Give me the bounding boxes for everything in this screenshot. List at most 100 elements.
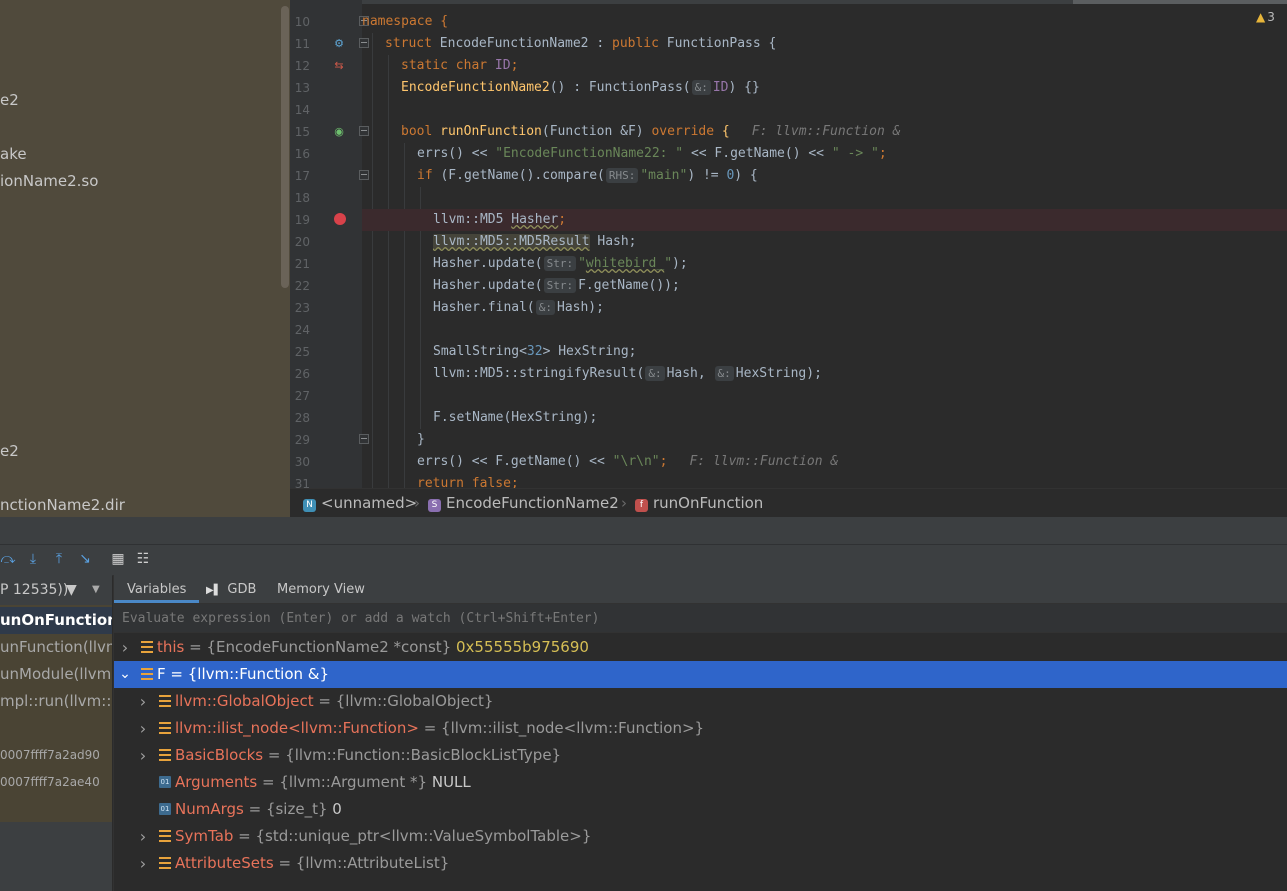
struct-type-icon bbox=[159, 857, 171, 869]
tree-item[interactable]: ake bbox=[0, 142, 27, 166]
variable-text: AttributeSets = {llvm::AttributeList} bbox=[175, 850, 449, 877]
code-line[interactable]: errs() << "EncodeFunctionName22: " << F.… bbox=[362, 143, 1287, 165]
line-number: 18 bbox=[294, 191, 310, 205]
variable-row[interactable]: › llvm::GlobalObject = {llvm::GlobalObjec… bbox=[114, 688, 1287, 715]
code-line[interactable]: Hasher.final(&: Hash); bbox=[362, 297, 1287, 319]
frame-item[interactable]: 0007ffff7a2ae40 bbox=[0, 769, 112, 796]
code-line[interactable]: Hasher.update(Str: "whitebird_"); bbox=[362, 253, 1287, 275]
code-line[interactable]: Hasher.update(Str: F.getName()); bbox=[362, 275, 1287, 297]
variable-name: llvm::ilist_node<llvm::Function> bbox=[175, 719, 419, 737]
editor-gutter[interactable]: 10 11 12 13 14 15 16 17 18 19 20 21 22 2… bbox=[290, 0, 369, 488]
step-out-icon[interactable]: ⤒ bbox=[51, 551, 67, 567]
override-marker-icon[interactable]: ⚙ bbox=[333, 38, 345, 50]
variable-row[interactable]: › llvm::ilist_node<llvm::Function> = {llv… bbox=[114, 715, 1287, 742]
debugger-tabs: Variables ▶▌ GDB Memory View bbox=[114, 575, 1287, 604]
watch-expression-input[interactable]: Evaluate expression (Enter) or add a wat… bbox=[114, 604, 1287, 633]
variable-name: AttributeSets bbox=[175, 854, 274, 872]
code-line[interactable]: if (F.getName().compare(RHS: "main") != 0… bbox=[362, 165, 1287, 187]
breakpoint-line[interactable]: llvm::MD5 Hasher; bbox=[362, 209, 1287, 231]
tree-item[interactable]: ionName2.so bbox=[0, 169, 98, 193]
tab-gdb[interactable]: ▶▌ GDB bbox=[206, 575, 256, 603]
chevron-right-icon[interactable]: › bbox=[137, 823, 149, 850]
variable-row[interactable]: ⌄ F = {llvm::Function &} bbox=[114, 661, 1287, 688]
chevron-right-icon[interactable]: › bbox=[137, 850, 149, 877]
line-number: 16 bbox=[294, 147, 310, 161]
debug-title-bar bbox=[0, 517, 1287, 544]
chevron-right-icon[interactable]: › bbox=[137, 742, 149, 769]
code-line[interactable]: } bbox=[362, 429, 1287, 451]
struct-type-icon bbox=[159, 830, 171, 842]
breadcrumb-function[interactable]: f runOnFunction bbox=[635, 489, 763, 518]
code-line[interactable]: llvm::MD5::MD5Result Hash; bbox=[362, 231, 1287, 253]
variable-text: this = {EncodeFunctionName2 *const} 0x55… bbox=[157, 634, 589, 661]
code-area[interactable]: namespace { struct EncodeFunctionName2 :… bbox=[362, 0, 1287, 488]
namespace-icon: N bbox=[303, 499, 316, 512]
struct-type-icon bbox=[159, 722, 171, 734]
line-number: 28 bbox=[294, 411, 310, 425]
chevron-right-icon: › bbox=[621, 494, 627, 512]
code-line[interactable]: namespace { bbox=[362, 11, 1287, 33]
frame-item[interactable]: unFunction(llvm:: bbox=[0, 634, 112, 661]
variable-row[interactable]: › SymTab = {std::unique_ptr<llvm::ValueSy… bbox=[114, 823, 1287, 850]
variable-name: F bbox=[157, 665, 166, 683]
tree-item[interactable]: e2 bbox=[0, 439, 19, 463]
inline-type-hint: F: llvm::Function & bbox=[689, 454, 839, 469]
line-number: 10 bbox=[294, 15, 310, 29]
chevron-right-icon[interactable]: › bbox=[119, 634, 131, 661]
variable-row[interactable]: › BasicBlocks = {llvm::Function::BasicBlo… bbox=[114, 742, 1287, 769]
variable-name: BasicBlocks bbox=[175, 746, 264, 764]
step-over-icon[interactable]: ⤼ bbox=[0, 551, 16, 567]
tree-item[interactable]: e2 bbox=[0, 88, 19, 112]
chevron-down-icon[interactable]: ⌄ bbox=[119, 661, 131, 688]
code-line[interactable]: static char ID; bbox=[362, 55, 1287, 77]
variable-type: {llvm::Argument *} bbox=[279, 773, 428, 791]
implements-marker-icon[interactable]: ◉ bbox=[333, 126, 345, 138]
thread-selector[interactable]: P 12535)) ▼ ▼ bbox=[0, 575, 112, 605]
variable-row[interactable]: › AttributeSets = {llvm::AttributeList} bbox=[114, 850, 1287, 877]
breadcrumb-namespace[interactable]: N <unnamed> bbox=[303, 489, 417, 518]
code-line[interactable]: struct EncodeFunctionName2 : public Func… bbox=[362, 33, 1287, 55]
code-line[interactable]: EncodeFunctionName2() : FunctionPass(&: I… bbox=[362, 77, 1287, 99]
tab-memory-view[interactable]: Memory View bbox=[277, 575, 365, 603]
frame-item[interactable]: unOnFunction E bbox=[0, 607, 112, 634]
frame-item[interactable]: unModule(llvm::M bbox=[0, 661, 112, 688]
filter-icon[interactable]: ▼ bbox=[66, 575, 77, 605]
line-number: 21 bbox=[294, 257, 310, 271]
code-line[interactable]: llvm::MD5::stringifyResult(&: Hash, &: Hex… bbox=[362, 363, 1287, 385]
project-scrollbar[interactable] bbox=[281, 6, 289, 288]
variable-text: SymTab = {std::unique_ptr<llvm::ValueSym… bbox=[175, 823, 591, 850]
frame-item[interactable]: mpl::run(llvm::M bbox=[0, 688, 112, 715]
variable-row[interactable]: › this = {EncodeFunctionName2 *const} 0x5… bbox=[114, 634, 1287, 661]
line-number: 19 bbox=[294, 213, 310, 227]
evaluate-expression-icon[interactable]: ▦ bbox=[110, 551, 126, 567]
variable-type: {size_t} bbox=[265, 800, 328, 818]
code-editor[interactable]: ▲ 3 10 11 12 13 14 15 16 17 18 19 20 21 2… bbox=[290, 0, 1287, 488]
code-line[interactable]: SmallString<32> HexString; bbox=[362, 341, 1287, 363]
code-line[interactable]: return false; bbox=[362, 473, 1287, 488]
line-number: 22 bbox=[294, 279, 310, 293]
tab-variables[interactable]: Variables bbox=[114, 575, 200, 603]
frame-item[interactable]: 0007ffff7a2ad90 bbox=[0, 742, 112, 769]
trace-icon[interactable]: ☷ bbox=[135, 551, 151, 567]
breakpoint-icon[interactable] bbox=[334, 213, 346, 225]
variable-row[interactable]: 01 Arguments = {llvm::Argument *} NULL bbox=[114, 769, 1287, 796]
variable-text: Arguments = {llvm::Argument *} NULL bbox=[175, 769, 471, 796]
variable-type: {llvm::ilist_node<llvm::Function>} bbox=[441, 719, 705, 737]
variable-row[interactable]: 01 NumArgs = {size_t} 0 bbox=[114, 796, 1287, 823]
navigate-related-icon[interactable]: ⇆ bbox=[333, 60, 345, 72]
run-to-cursor-icon[interactable]: ↘ bbox=[77, 551, 93, 567]
variable-type: {llvm::Function::BasicBlockListType} bbox=[285, 746, 562, 764]
code-line[interactable]: F.setName(HexString); bbox=[362, 407, 1287, 429]
chevron-right-icon[interactable]: › bbox=[137, 688, 149, 715]
chevron-down-icon[interactable]: ▼ bbox=[92, 575, 100, 605]
code-line[interactable]: errs() << F.getName() << "\r\n"; F: llvm:… bbox=[362, 451, 1287, 473]
tree-item[interactable]: nctionName2.dir bbox=[0, 493, 125, 517]
step-into-icon[interactable]: ⤓ bbox=[25, 551, 41, 567]
chevron-right-icon[interactable]: › bbox=[137, 715, 149, 742]
parameter-hint: Str: bbox=[543, 256, 577, 271]
breadcrumb-struct[interactable]: S EncodeFunctionName2 bbox=[428, 489, 619, 518]
project-tree-panel: e2 ake ionName2.so e2 nctionName2.dir bbox=[0, 0, 290, 517]
struct-type-icon bbox=[141, 641, 153, 653]
debug-toolbar: ⤼ ⤓ ⤒ ↘ ▦ ☷ bbox=[0, 544, 1287, 576]
code-line[interactable]: bool runOnFunction(Function &F) override… bbox=[362, 121, 1287, 143]
